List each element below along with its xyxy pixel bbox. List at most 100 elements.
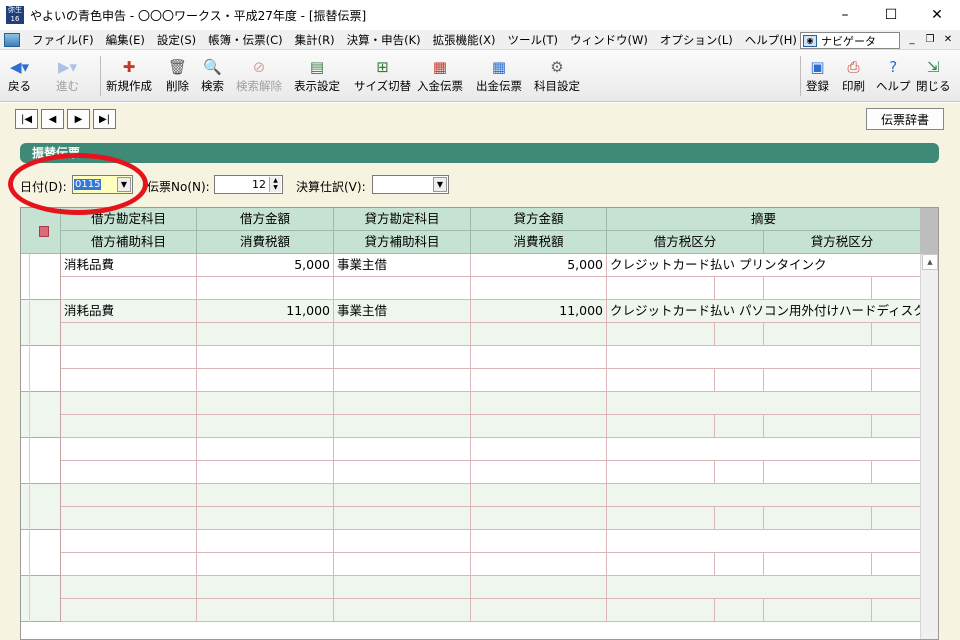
menu-tools[interactable]: ツール(T): [501, 32, 564, 48]
credit-amount-cell[interactable]: 11,000: [471, 300, 607, 323]
menu-settings[interactable]: 設定(S): [151, 32, 202, 48]
first-record-button[interactable]: |◀: [15, 109, 38, 129]
slip-dictionary-button[interactable]: 伝票辞書: [866, 108, 944, 130]
credit-tax-rate-cell[interactable]: [872, 323, 921, 346]
menu-extensions[interactable]: 拡張機能(X): [427, 32, 502, 48]
credit-subaccount-cell[interactable]: [334, 599, 471, 622]
minimize-button[interactable]: –: [822, 0, 868, 30]
description-cell[interactable]: [607, 530, 921, 553]
debit-subaccount-cell[interactable]: [61, 277, 197, 300]
display-settings-button[interactable]: ▤ 表示設定: [294, 56, 340, 98]
search-clear-button[interactable]: ⊘ 検索解除: [236, 56, 282, 98]
menu-window[interactable]: ウィンドウ(W): [564, 32, 654, 48]
debit-subaccount-cell[interactable]: [61, 415, 197, 438]
maximize-button[interactable]: ☐: [868, 0, 914, 30]
menu-options[interactable]: オプション(L): [654, 32, 739, 48]
deposit-slip-button[interactable]: ▦ 入金伝票: [417, 56, 463, 98]
scroll-up-icon[interactable]: ▲: [922, 254, 938, 270]
debit-tax-rate-cell[interactable]: [715, 323, 764, 346]
credit-tax-rate-cell[interactable]: [872, 369, 921, 392]
debit-tax-cell[interactable]: [197, 461, 334, 484]
credit-tax-rate-cell[interactable]: [872, 553, 921, 576]
debit-amount-cell[interactable]: [197, 392, 334, 415]
table-row[interactable]: [21, 392, 921, 438]
debit-tax-cell[interactable]: [197, 277, 334, 300]
slip-no-input[interactable]: 12 ▲ ▼: [214, 175, 283, 194]
credit-account-cell[interactable]: [334, 438, 471, 461]
debit-tax-class-cell[interactable]: [607, 415, 715, 438]
row-header[interactable]: [21, 300, 61, 346]
debit-tax-rate-cell[interactable]: [715, 553, 764, 576]
debit-amount-cell[interactable]: [197, 346, 334, 369]
credit-subaccount-cell[interactable]: [334, 507, 471, 530]
row-header[interactable]: [21, 346, 61, 392]
payment-slip-button[interactable]: ▦ 出金伝票: [476, 56, 522, 98]
credit-account-cell[interactable]: [334, 530, 471, 553]
search-button[interactable]: 🔍 検索: [201, 56, 224, 98]
description-cell[interactable]: [607, 484, 921, 507]
debit-tax-cell[interactable]: [197, 415, 334, 438]
debit-subaccount-cell[interactable]: [61, 553, 197, 576]
row-header[interactable]: [21, 392, 61, 438]
back-button[interactable]: ◀▾ 戻る: [8, 56, 31, 98]
debit-tax-rate-cell[interactable]: [715, 461, 764, 484]
debit-tax-rate-cell[interactable]: [715, 415, 764, 438]
debit-tax-rate-cell[interactable]: [715, 369, 764, 392]
row-header[interactable]: [21, 576, 61, 622]
menu-file[interactable]: ファイル(F): [26, 32, 100, 48]
row-header[interactable]: [21, 484, 61, 530]
credit-subaccount-cell[interactable]: [334, 415, 471, 438]
credit-subaccount-cell[interactable]: [334, 553, 471, 576]
table-row[interactable]: [21, 576, 921, 622]
credit-subaccount-cell[interactable]: [334, 323, 471, 346]
navigator-button[interactable]: ◉ ナビゲータ: [800, 32, 900, 49]
account-settings-button[interactable]: ⚙ 科目設定: [534, 56, 580, 98]
debit-tax-class-cell[interactable]: [607, 553, 715, 576]
close-window-button[interactable]: ✕: [914, 0, 960, 30]
credit-tax-class-cell[interactable]: [764, 415, 872, 438]
credit-tax-cell[interactable]: [471, 415, 607, 438]
credit-account-cell[interactable]: [334, 346, 471, 369]
debit-subaccount-cell[interactable]: [61, 461, 197, 484]
next-record-button[interactable]: ▶: [67, 109, 90, 129]
debit-account-cell[interactable]: 消耗品費: [61, 254, 197, 277]
row-header[interactable]: [21, 438, 61, 484]
credit-amount-cell[interactable]: [471, 530, 607, 553]
credit-account-cell[interactable]: 事業主借: [334, 300, 471, 323]
help-button[interactable]: ? ヘルプ: [876, 56, 911, 98]
menu-closing[interactable]: 決算・申告(K): [341, 32, 427, 48]
credit-account-cell[interactable]: [334, 576, 471, 599]
description-cell[interactable]: [607, 346, 921, 369]
debit-subaccount-cell[interactable]: [61, 369, 197, 392]
chevron-down-icon[interactable]: ▼: [433, 177, 447, 192]
credit-subaccount-cell[interactable]: [334, 461, 471, 484]
close-button[interactable]: ⇲ 閉じる: [916, 56, 951, 98]
credit-amount-cell[interactable]: [471, 484, 607, 507]
credit-tax-cell[interactable]: [471, 461, 607, 484]
credit-amount-cell[interactable]: [471, 576, 607, 599]
debit-tax-cell[interactable]: [197, 323, 334, 346]
table-row[interactable]: [21, 346, 921, 392]
mdi-restore-button[interactable]: ❐: [922, 33, 938, 47]
description-cell[interactable]: [607, 576, 921, 599]
debit-subaccount-cell[interactable]: [61, 323, 197, 346]
credit-tax-class-cell[interactable]: [764, 323, 872, 346]
debit-account-cell[interactable]: [61, 392, 197, 415]
credit-tax-rate-cell[interactable]: [872, 415, 921, 438]
debit-amount-cell[interactable]: [197, 484, 334, 507]
credit-tax-cell[interactable]: [471, 323, 607, 346]
debit-tax-class-cell[interactable]: [607, 461, 715, 484]
credit-tax-cell[interactable]: [471, 553, 607, 576]
delete-button[interactable]: 🗑 削除: [166, 56, 189, 98]
debit-account-cell[interactable]: [61, 346, 197, 369]
debit-tax-rate-cell[interactable]: [715, 507, 764, 530]
table-row[interactable]: 消耗品費 5,000 事業主借 5,000 クレジットカード払い プリンタインク: [21, 254, 921, 300]
debit-tax-rate-cell[interactable]: [715, 599, 764, 622]
credit-subaccount-cell[interactable]: [334, 277, 471, 300]
print-button[interactable]: ⎙ 印刷: [842, 56, 865, 98]
table-row[interactable]: [21, 530, 921, 576]
credit-tax-class-cell[interactable]: [764, 553, 872, 576]
debit-account-cell[interactable]: [61, 576, 197, 599]
mdi-minimize-button[interactable]: _: [904, 33, 920, 47]
credit-tax-class-cell[interactable]: [764, 277, 872, 300]
